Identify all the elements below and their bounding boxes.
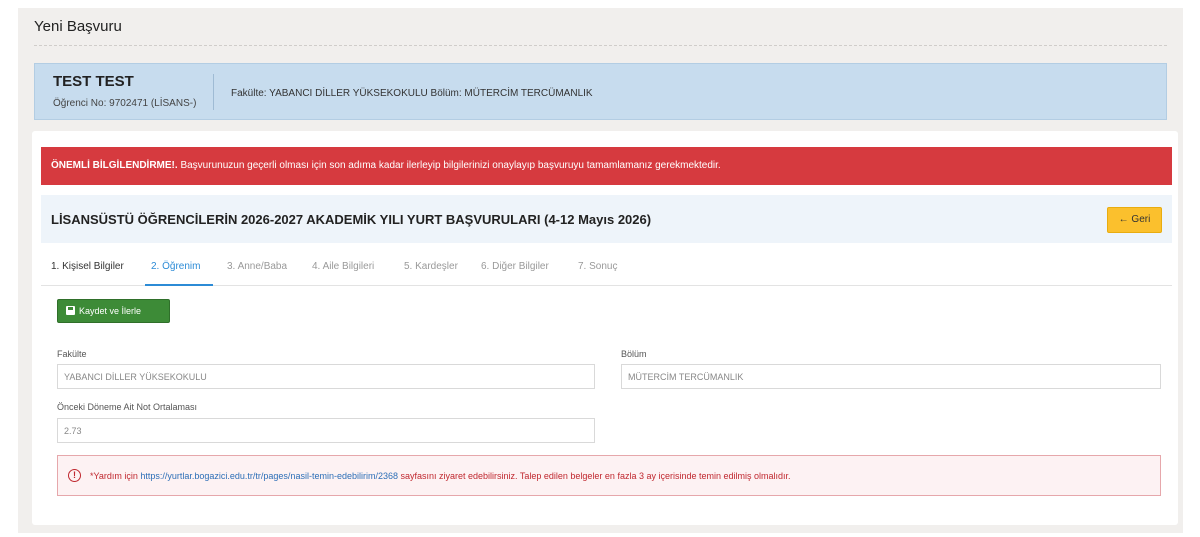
tab-siblings: 5. Kardeşler [404, 261, 458, 272]
student-faculty-department: Fakülte: YABANCI DİLLER YÜKSEKOKULU Bölü… [231, 88, 593, 99]
help-message: *Yardım için https://yurtlar.bogazici.ed… [90, 471, 791, 481]
gpa-label: Önceki Döneme Ait Not Ortalaması [57, 402, 198, 412]
save-and-continue-button[interactable]: Kaydet ve İlerle [57, 299, 170, 323]
student-name: TEST TEST [53, 73, 134, 90]
help-alert: ! *Yardım için https://yurtlar.bogazici.… [57, 455, 1161, 496]
department-field[interactable] [621, 364, 1161, 389]
student-info-bar: TEST TEST Öğrenci No: 9702471 (LİSANS-) … [34, 63, 1167, 120]
back-button[interactable]: ← Geri [1107, 207, 1162, 233]
step-tabs: 1. Kişisel Bilgiler 2. Öğrenim 3. Anne/B… [41, 246, 1172, 286]
important-notice-alert: ÖNEMLİ BİLGİLENDİRME!. Başvurunuzun geçe… [41, 147, 1172, 185]
application-card: ÖNEMLİ BİLGİLENDİRME!. Başvurunuzun geçe… [32, 131, 1178, 525]
tab-education[interactable]: 2. Öğrenim [151, 261, 200, 272]
student-info-divider [213, 74, 214, 110]
important-notice-title: ÖNEMLİ BİLGİLENDİRME!. [51, 160, 178, 171]
department-label: Bölüm [621, 349, 647, 359]
help-link[interactable]: https://yurtlar.bogazici.edu.tr/tr/pages… [140, 471, 398, 481]
help-suffix: sayfasını ziyaret edebilirsiniz. Talep e… [397, 471, 791, 481]
tab-other-info: 6. Diğer Bilgiler [481, 261, 549, 272]
exclamation-circle-icon: ! [68, 469, 81, 482]
floppy-disk-icon [66, 306, 75, 315]
page-frame: Yeni Başvuru TEST TEST Öğrenci No: 97024… [18, 8, 1183, 533]
tab-family-info: 4. Aile Bilgileri [312, 261, 375, 272]
tab-personal-info[interactable]: 1. Kişisel Bilgiler [51, 261, 124, 272]
page-title: Yeni Başvuru [34, 18, 122, 35]
active-tab-indicator [145, 284, 213, 286]
application-header: LİSANSÜSTÜ ÖĞRENCİLERİN 2026-2027 AKADEM… [41, 195, 1172, 243]
title-divider [34, 45, 1167, 46]
help-prefix: *Yardım için [90, 471, 141, 481]
important-notice-text: Başvurunuzun geçerli olması için son adı… [177, 160, 721, 171]
tab-result: 7. Sonuç [578, 261, 618, 272]
tab-parents: 3. Anne/Baba [227, 261, 288, 272]
student-number: Öğrenci No: 9702471 (LİSANS-) [53, 98, 197, 109]
application-title: LİSANSÜSTÜ ÖĞRENCİLERİN 2026-2027 AKADEM… [51, 212, 652, 227]
faculty-field[interactable] [57, 364, 595, 389]
save-button-label: Kaydet ve İlerle [79, 306, 142, 316]
gpa-field[interactable] [57, 418, 595, 443]
faculty-label: Fakülte [57, 349, 87, 359]
